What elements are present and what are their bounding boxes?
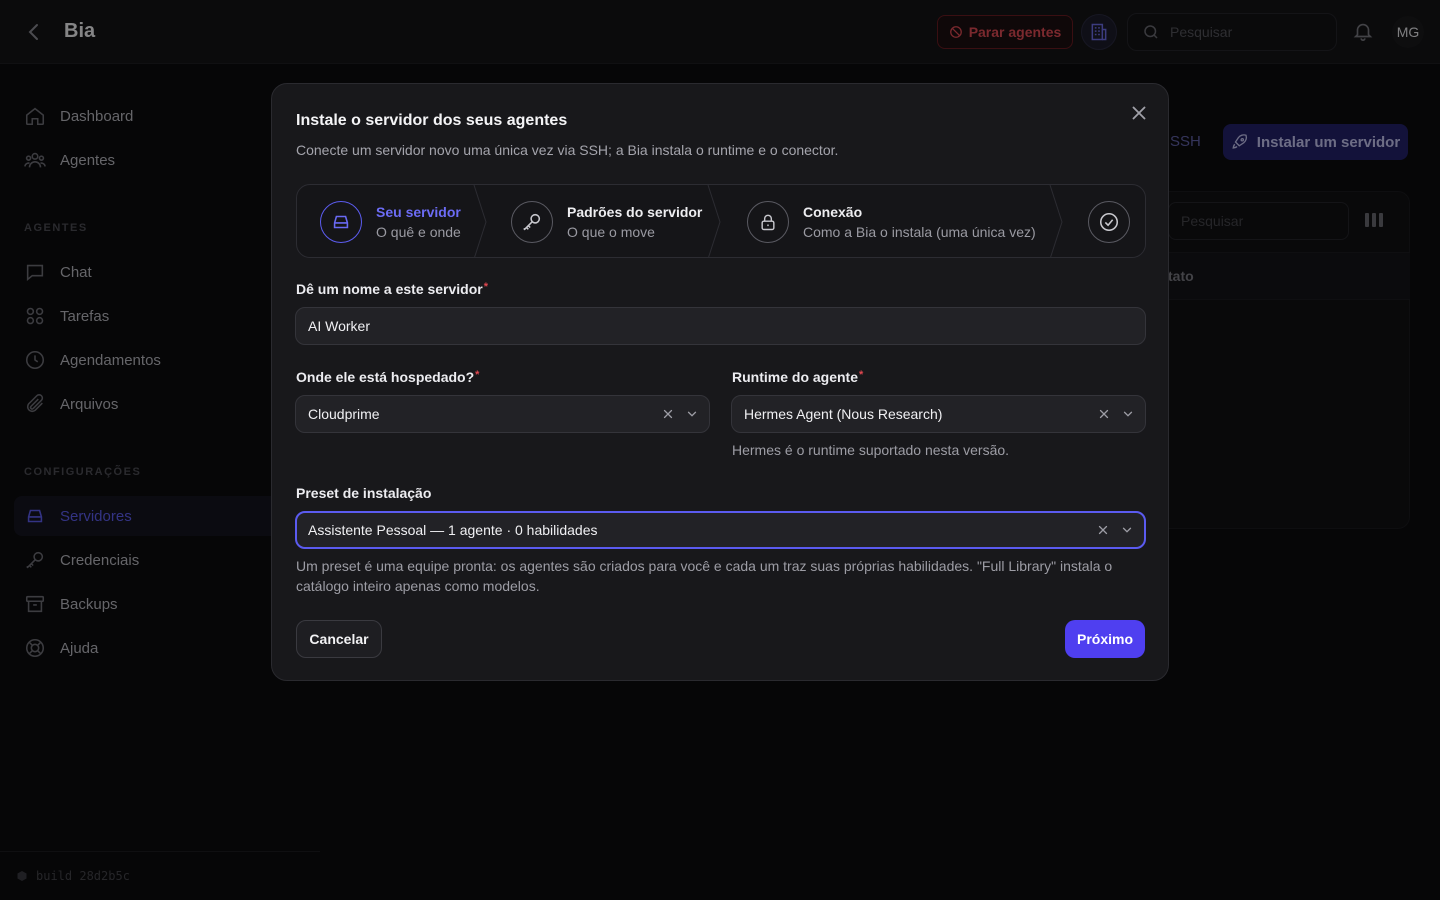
step-title: Conexão xyxy=(803,204,863,220)
modal-subtitle: Conecte um servidor novo uma única vez v… xyxy=(296,142,839,158)
required-marker: * xyxy=(475,369,480,381)
chevron-down-icon[interactable] xyxy=(1120,523,1134,537)
step-separator xyxy=(473,185,487,257)
step-concluir[interactable] xyxy=(1088,185,1130,257)
lock-icon xyxy=(747,201,789,243)
chevron-down-icon[interactable] xyxy=(1121,407,1135,421)
chevron-down-icon[interactable] xyxy=(685,407,699,421)
runtime-label: Runtime do agente* xyxy=(732,369,864,385)
preset-value: Assistente Pessoal — 1 agente · 0 habili… xyxy=(308,522,598,538)
host-label: Onde ele está hospedado?* xyxy=(296,369,480,385)
step-separator xyxy=(707,185,721,257)
step-desc: Como a Bia o instala (uma única vez) xyxy=(803,224,1036,240)
host-select[interactable]: Cloudprime xyxy=(295,395,710,433)
step-conexao[interactable]: Conexão Como a Bia o instala (uma única … xyxy=(747,185,1036,257)
install-server-modal: Instale o servidor dos seus agentes Cone… xyxy=(271,83,1169,681)
step-padroes-servidor[interactable]: Padrões do servidor O que o move xyxy=(511,185,703,257)
cancel-button[interactable]: Cancelar xyxy=(296,620,382,658)
step-title: Seu servidor xyxy=(376,204,461,220)
step-title: Padrões do servidor xyxy=(567,204,703,220)
required-marker: * xyxy=(859,369,864,381)
key-icon xyxy=(511,201,553,243)
step-desc: O quê e onde xyxy=(376,224,461,240)
step-desc: O que o move xyxy=(567,224,655,240)
host-value: Cloudprime xyxy=(308,406,380,422)
server-name-input[interactable]: AI Worker xyxy=(295,307,1146,345)
server-icon xyxy=(320,201,362,243)
preset-help-text: Um preset é uma equipe pronta: os agente… xyxy=(296,558,1113,594)
check-circle-icon xyxy=(1088,201,1130,243)
wizard-stepper: Seu servidor O quê e onde Padrões do ser… xyxy=(296,184,1146,258)
preset-label: Preset de instalação xyxy=(296,485,432,501)
modal-title: Instale o servidor dos seus agentes xyxy=(296,112,568,129)
server-name-value: AI Worker xyxy=(308,318,370,334)
next-button[interactable]: Próximo xyxy=(1065,620,1145,658)
step-separator xyxy=(1049,185,1063,257)
server-name-label: Dê um nome a este servidor* xyxy=(296,281,489,297)
runtime-value: Hermes Agent (Nous Research) xyxy=(744,406,943,422)
required-marker: * xyxy=(483,281,489,293)
preset-select[interactable]: Assistente Pessoal — 1 agente · 0 habili… xyxy=(295,511,1146,549)
runtime-help-text: Hermes é o runtime suportado nesta versã… xyxy=(732,442,1010,458)
clear-icon[interactable] xyxy=(661,407,675,421)
runtime-select[interactable]: Hermes Agent (Nous Research) xyxy=(731,395,1146,433)
clear-icon[interactable] xyxy=(1096,523,1110,537)
clear-icon[interactable] xyxy=(1097,407,1111,421)
step-seu-servidor[interactable]: Seu servidor O quê e onde xyxy=(320,185,461,257)
close-icon[interactable] xyxy=(1128,102,1150,124)
